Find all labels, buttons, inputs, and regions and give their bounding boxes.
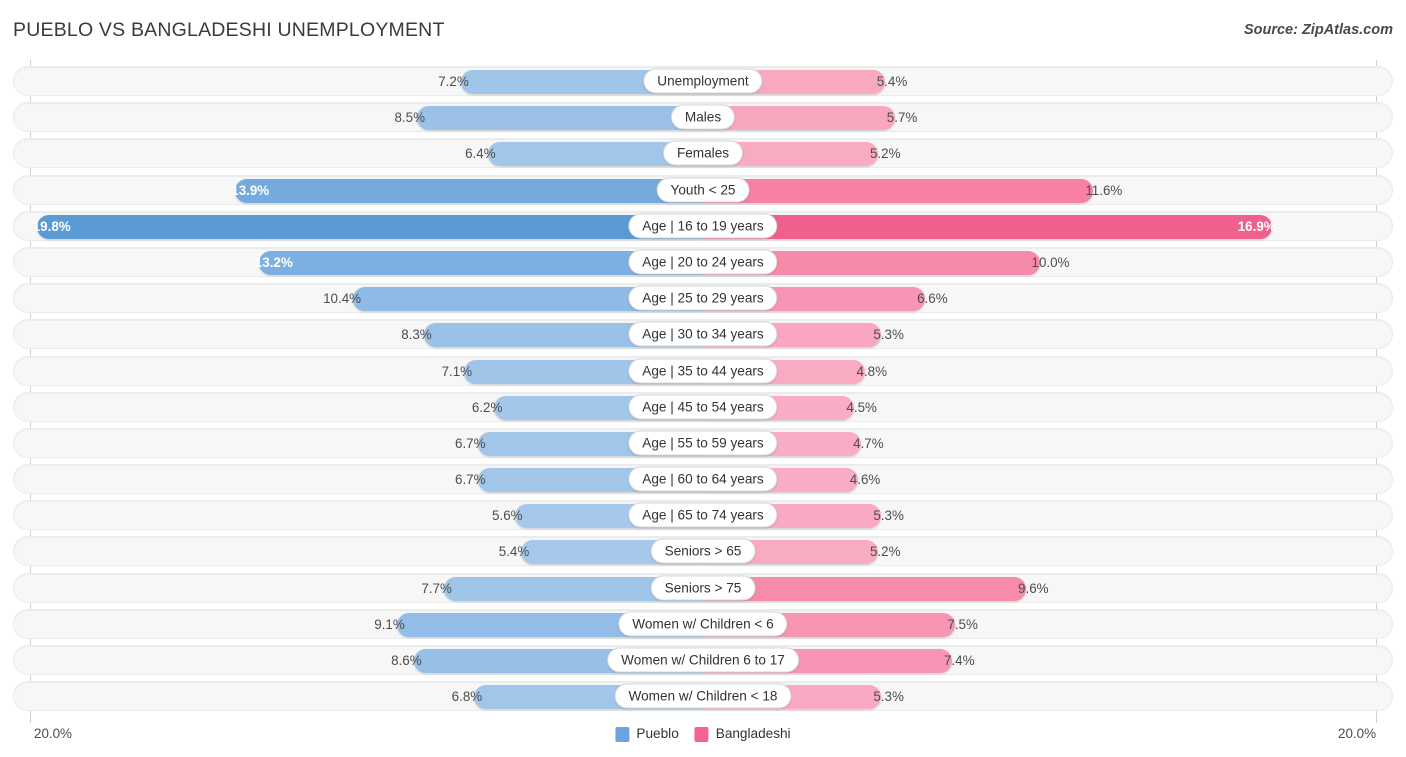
chart-row[interactable]: 5.6% 5.3% Age | 65 to 74 years: [13, 500, 1393, 530]
value-label-bangladeshi: 10.0%: [1032, 248, 1070, 278]
legend-swatch-icon: [695, 727, 709, 742]
chart-row[interactable]: 7.2% 5.4% Unemployment: [13, 66, 1393, 96]
chart-row[interactable]: 7.7% 9.6% Seniors > 75: [13, 573, 1393, 603]
chart-row[interactable]: 6.2% 4.5% Age | 45 to 54 years: [13, 392, 1393, 422]
chart-row[interactable]: 6.8% 5.3% Women w/ Children < 18: [13, 681, 1393, 711]
category-label-pill[interactable]: Unemployment: [643, 69, 762, 94]
value-label-bangladeshi: 4.6%: [850, 465, 881, 495]
value-label-bangladeshi: 16.9%: [1238, 212, 1276, 242]
category-label-pill[interactable]: Seniors > 75: [651, 575, 756, 600]
bar-bangladeshi: [703, 215, 1272, 239]
category-label-pill[interactable]: Females: [663, 141, 743, 166]
category-label-pill[interactable]: Women w/ Children < 6: [618, 611, 787, 636]
chart-row[interactable]: 19.8% 16.9% Age | 16 to 19 years: [13, 211, 1393, 241]
category-label-pill[interactable]: Age | 30 to 34 years: [628, 322, 777, 347]
value-label-bangladeshi: 7.5%: [947, 610, 978, 640]
value-label-pueblo: 19.8%: [33, 212, 71, 242]
legend-item[interactable]: Pueblo: [615, 722, 678, 746]
value-label-bangladeshi: 4.7%: [853, 429, 884, 459]
diverging-bar-chart: 7.2% 5.4% Unemployment 8.5% 5.7% Males 6.4% 5.2…: [0, 66, 1406, 717]
chart-row[interactable]: 8.5% 5.7% Males: [13, 102, 1393, 132]
category-label-pill[interactable]: Youth < 25: [657, 177, 750, 202]
legend-label: Pueblo: [636, 722, 678, 746]
value-label-bangladeshi: 11.6%: [1085, 176, 1122, 206]
category-label-pill[interactable]: Age | 25 to 29 years: [628, 286, 777, 311]
legend-swatch-icon: [615, 727, 629, 742]
bar-pueblo: [235, 179, 703, 203]
value-label-bangladeshi: 4.8%: [857, 357, 888, 387]
chart-row[interactable]: 13.2% 10.0% Age | 20 to 24 years: [13, 247, 1393, 277]
axis-label-right: 20.0%: [1338, 722, 1376, 746]
category-label-pill[interactable]: Age | 35 to 44 years: [628, 358, 777, 383]
category-label-pill[interactable]: Women w/ Children < 18: [615, 684, 792, 709]
chart-row[interactable]: 10.4% 6.6% Age | 25 to 29 years: [13, 283, 1393, 313]
value-label-bangladeshi: 5.3%: [873, 320, 904, 350]
chart-row[interactable]: 8.6% 7.4% Women w/ Children 6 to 17: [13, 645, 1393, 675]
chart-page: PUEBLO VS BANGLADESHI UNEMPLOYMENT Sourc…: [0, 0, 1406, 757]
chart-row[interactable]: 7.1% 4.8% Age | 35 to 44 years: [13, 356, 1393, 386]
source-attribution: Source: ZipAtlas.com: [1244, 22, 1393, 38]
chart-row[interactable]: 9.1% 7.5% Women w/ Children < 6: [13, 609, 1393, 639]
chart-row[interactable]: 8.3% 5.3% Age | 30 to 34 years: [13, 319, 1393, 349]
value-label-pueblo: 7.2%: [438, 67, 469, 97]
value-label-pueblo: 7.7%: [421, 574, 452, 604]
value-label-pueblo: 8.5%: [394, 103, 425, 133]
value-label-pueblo: 8.6%: [391, 646, 422, 676]
value-label-pueblo: 7.1%: [442, 357, 473, 387]
value-label-bangladeshi: 6.6%: [917, 284, 948, 314]
chart-row[interactable]: 6.7% 4.6% Age | 60 to 64 years: [13, 464, 1393, 494]
value-label-bangladeshi: 9.6%: [1018, 574, 1049, 604]
value-label-bangladeshi: 5.3%: [873, 501, 904, 531]
value-label-pueblo: 5.4%: [499, 537, 530, 567]
category-label-pill[interactable]: Age | 16 to 19 years: [628, 213, 777, 238]
chart-legend: Pueblo Bangladeshi: [615, 722, 790, 746]
value-label-pueblo: 9.1%: [374, 610, 405, 640]
bar-bangladeshi: [703, 179, 1093, 203]
value-label-pueblo: 5.6%: [492, 501, 523, 531]
page-title: PUEBLO VS BANGLADESHI UNEMPLOYMENT: [13, 19, 445, 42]
category-label-pill[interactable]: Age | 60 to 64 years: [628, 467, 777, 492]
chart-row[interactable]: 6.7% 4.7% Age | 55 to 59 years: [13, 428, 1393, 458]
legend-label: Bangladeshi: [716, 722, 791, 746]
chart-row[interactable]: 5.4% 5.2% Seniors > 65: [13, 536, 1393, 566]
value-label-bangladeshi: 5.2%: [870, 537, 901, 567]
axis-label-left: 20.0%: [34, 722, 72, 746]
chart-row[interactable]: 6.4% 5.2% Females: [13, 138, 1393, 168]
category-label-pill[interactable]: Age | 65 to 74 years: [628, 503, 777, 528]
category-label-pill[interactable]: Seniors > 65: [651, 539, 756, 564]
value-label-bangladeshi: 7.4%: [944, 646, 975, 676]
value-label-pueblo: 8.3%: [401, 320, 432, 350]
category-label-pill[interactable]: Age | 45 to 54 years: [628, 394, 777, 419]
value-label-pueblo: 6.8%: [452, 682, 483, 712]
value-label-pueblo: 13.2%: [255, 248, 293, 278]
value-label-bangladeshi: 4.5%: [846, 393, 877, 423]
value-label-pueblo: 13.9%: [231, 176, 269, 206]
value-label-bangladeshi: 5.4%: [877, 67, 908, 97]
value-label-bangladeshi: 5.2%: [870, 139, 901, 169]
category-label-pill[interactable]: Women w/ Children 6 to 17: [607, 648, 799, 673]
value-label-pueblo: 6.7%: [455, 465, 486, 495]
category-label-pill[interactable]: Age | 55 to 59 years: [628, 430, 777, 455]
category-label-pill[interactable]: Age | 20 to 24 years: [628, 249, 777, 274]
chart-row[interactable]: 13.9% 11.6% Youth < 25: [13, 175, 1393, 205]
chart-footer: 20.0% Pueblo Bangladeshi 20.0%: [0, 722, 1406, 746]
bar-pueblo: [417, 106, 703, 130]
bar-pueblo: [37, 215, 703, 239]
category-label-pill[interactable]: Males: [671, 105, 735, 130]
value-label-bangladeshi: 5.7%: [887, 103, 918, 133]
value-label-pueblo: 10.4%: [323, 284, 361, 314]
value-label-pueblo: 6.2%: [472, 393, 503, 423]
value-label-bangladeshi: 5.3%: [873, 682, 904, 712]
legend-item[interactable]: Bangladeshi: [695, 722, 791, 746]
value-label-pueblo: 6.4%: [465, 139, 496, 169]
value-label-pueblo: 6.7%: [455, 429, 486, 459]
